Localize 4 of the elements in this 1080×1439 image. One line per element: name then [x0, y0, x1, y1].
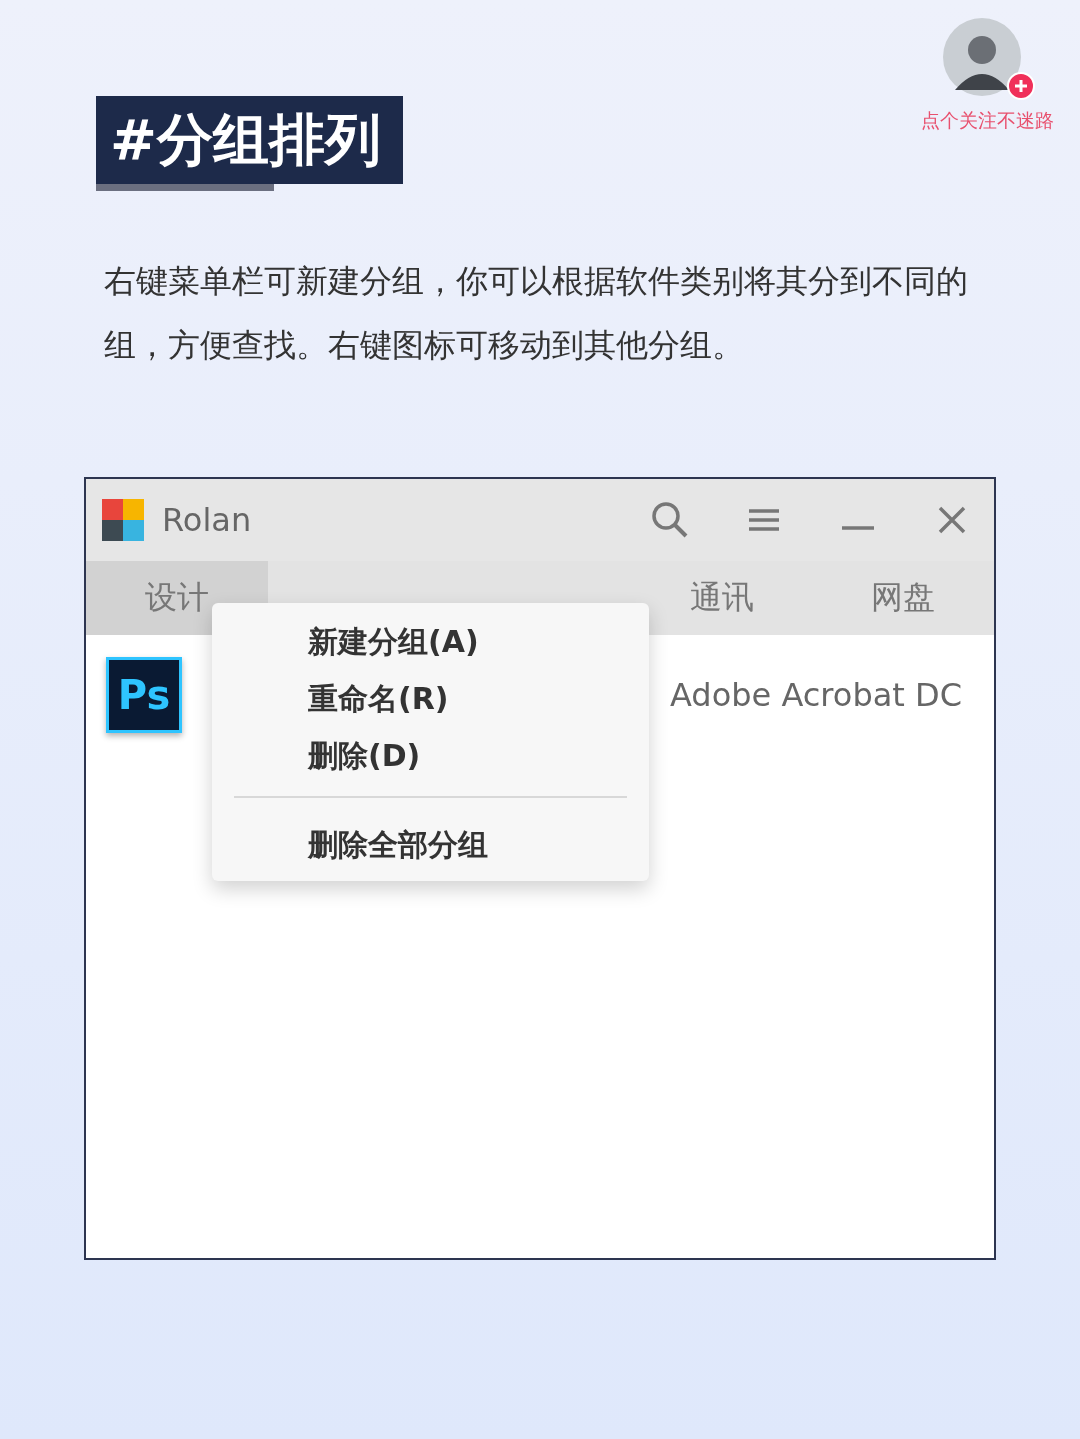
- heading: #分组排列: [96, 96, 403, 184]
- follow-text: 点个关注不迷路: [921, 108, 1054, 133]
- window-title: Rolan: [162, 501, 252, 539]
- paragraph: 右键菜单栏可新建分组，你可以根据软件类别将其分到不同的组，方便查找。右键图标可移动到其他分组。: [104, 261, 969, 366]
